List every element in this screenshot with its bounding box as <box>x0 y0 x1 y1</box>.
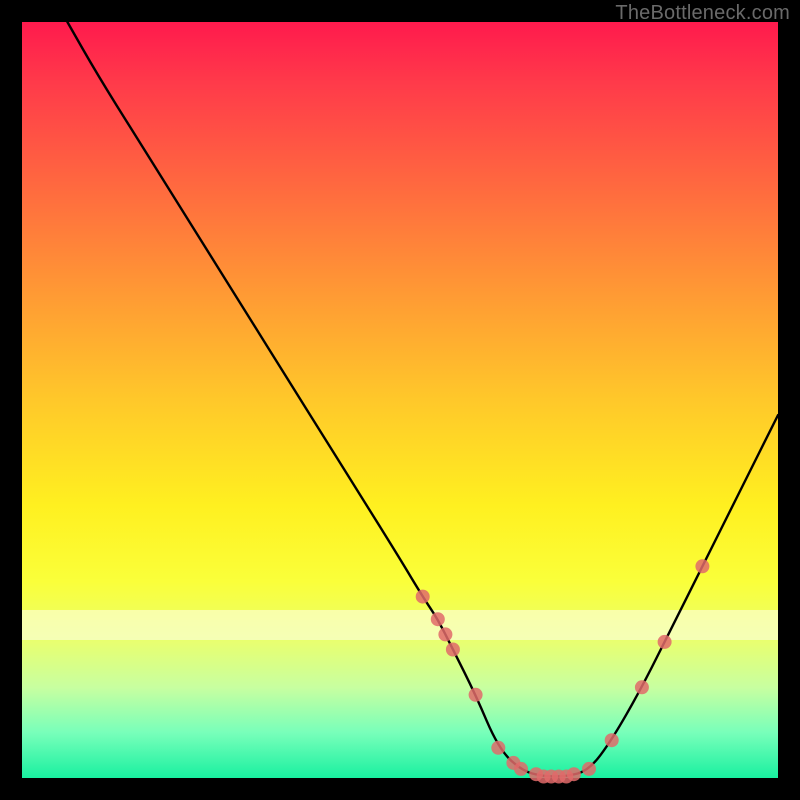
data-marker <box>635 680 649 694</box>
chart-frame <box>22 22 778 778</box>
data-marker <box>605 733 619 747</box>
data-markers <box>416 559 710 783</box>
data-marker <box>416 590 430 604</box>
data-marker <box>567 767 581 781</box>
data-marker <box>469 688 483 702</box>
data-marker <box>582 762 596 776</box>
watermark-text: TheBottleneck.com <box>615 2 790 25</box>
data-marker <box>514 762 528 776</box>
data-marker <box>695 559 709 573</box>
chart-svg <box>22 22 778 778</box>
data-marker <box>658 635 672 649</box>
bottleneck-curve-line <box>67 22 778 777</box>
data-marker <box>438 627 452 641</box>
data-marker <box>431 612 445 626</box>
data-marker <box>446 643 460 657</box>
data-marker <box>491 741 505 755</box>
